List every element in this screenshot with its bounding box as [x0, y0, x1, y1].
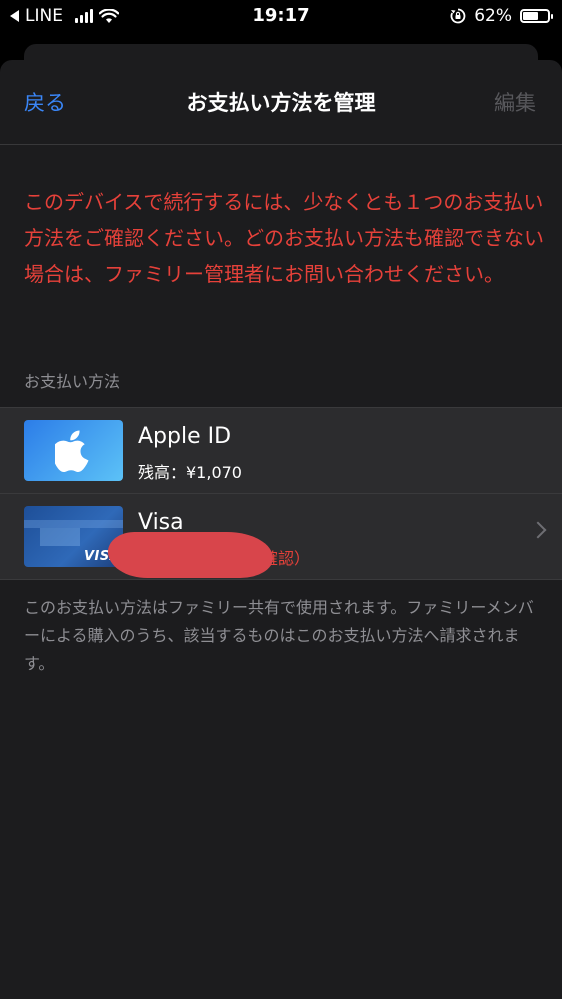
- navigation-bar: 戻る お支払い方法を管理 編集: [0, 60, 562, 145]
- apple-id-card-icon: [24, 420, 123, 481]
- status-bar: LINE 19:17 62%: [0, 0, 562, 34]
- battery-level-fill: [523, 12, 538, 20]
- rotation-lock-icon: [450, 8, 466, 24]
- status-bar-right: 62%: [450, 6, 553, 26]
- payment-method-apple-id[interactable]: Apple ID 残高：¥1,070: [0, 408, 562, 493]
- family-sharing-note: このお支払い方法はファミリー共有で使用されます。ファミリーメンバーによる購入のう…: [24, 598, 534, 673]
- manage-payment-sheet: 戻る お支払い方法を管理 編集 このデバイスで続行するには、少なくとも１つのお支…: [0, 60, 562, 999]
- redaction-mark: [108, 532, 273, 578]
- verification-warning: このデバイスで続行するには、少なくとも１つのお支払い方法をご確認ください。どのお…: [24, 190, 544, 286]
- apple-logo-icon: [55, 430, 89, 472]
- section-header-payment-methods: お支払い方法: [24, 372, 121, 391]
- chevron-right-icon: [529, 521, 547, 539]
- payment-method-visa[interactable]: VISA Visa （要確認）: [0, 493, 562, 579]
- battery-percent: 62%: [474, 6, 512, 26]
- edit-button[interactable]: 編集: [494, 87, 536, 117]
- battery-icon: [520, 9, 553, 23]
- apple-id-balance: 残高：¥1,070: [138, 463, 242, 482]
- page-title: お支払い方法を管理: [186, 91, 376, 115]
- apple-id-title: Apple ID: [138, 424, 232, 449]
- payment-methods-list: Apple ID 残高：¥1,070 VISA Visa （要確認）: [0, 407, 562, 580]
